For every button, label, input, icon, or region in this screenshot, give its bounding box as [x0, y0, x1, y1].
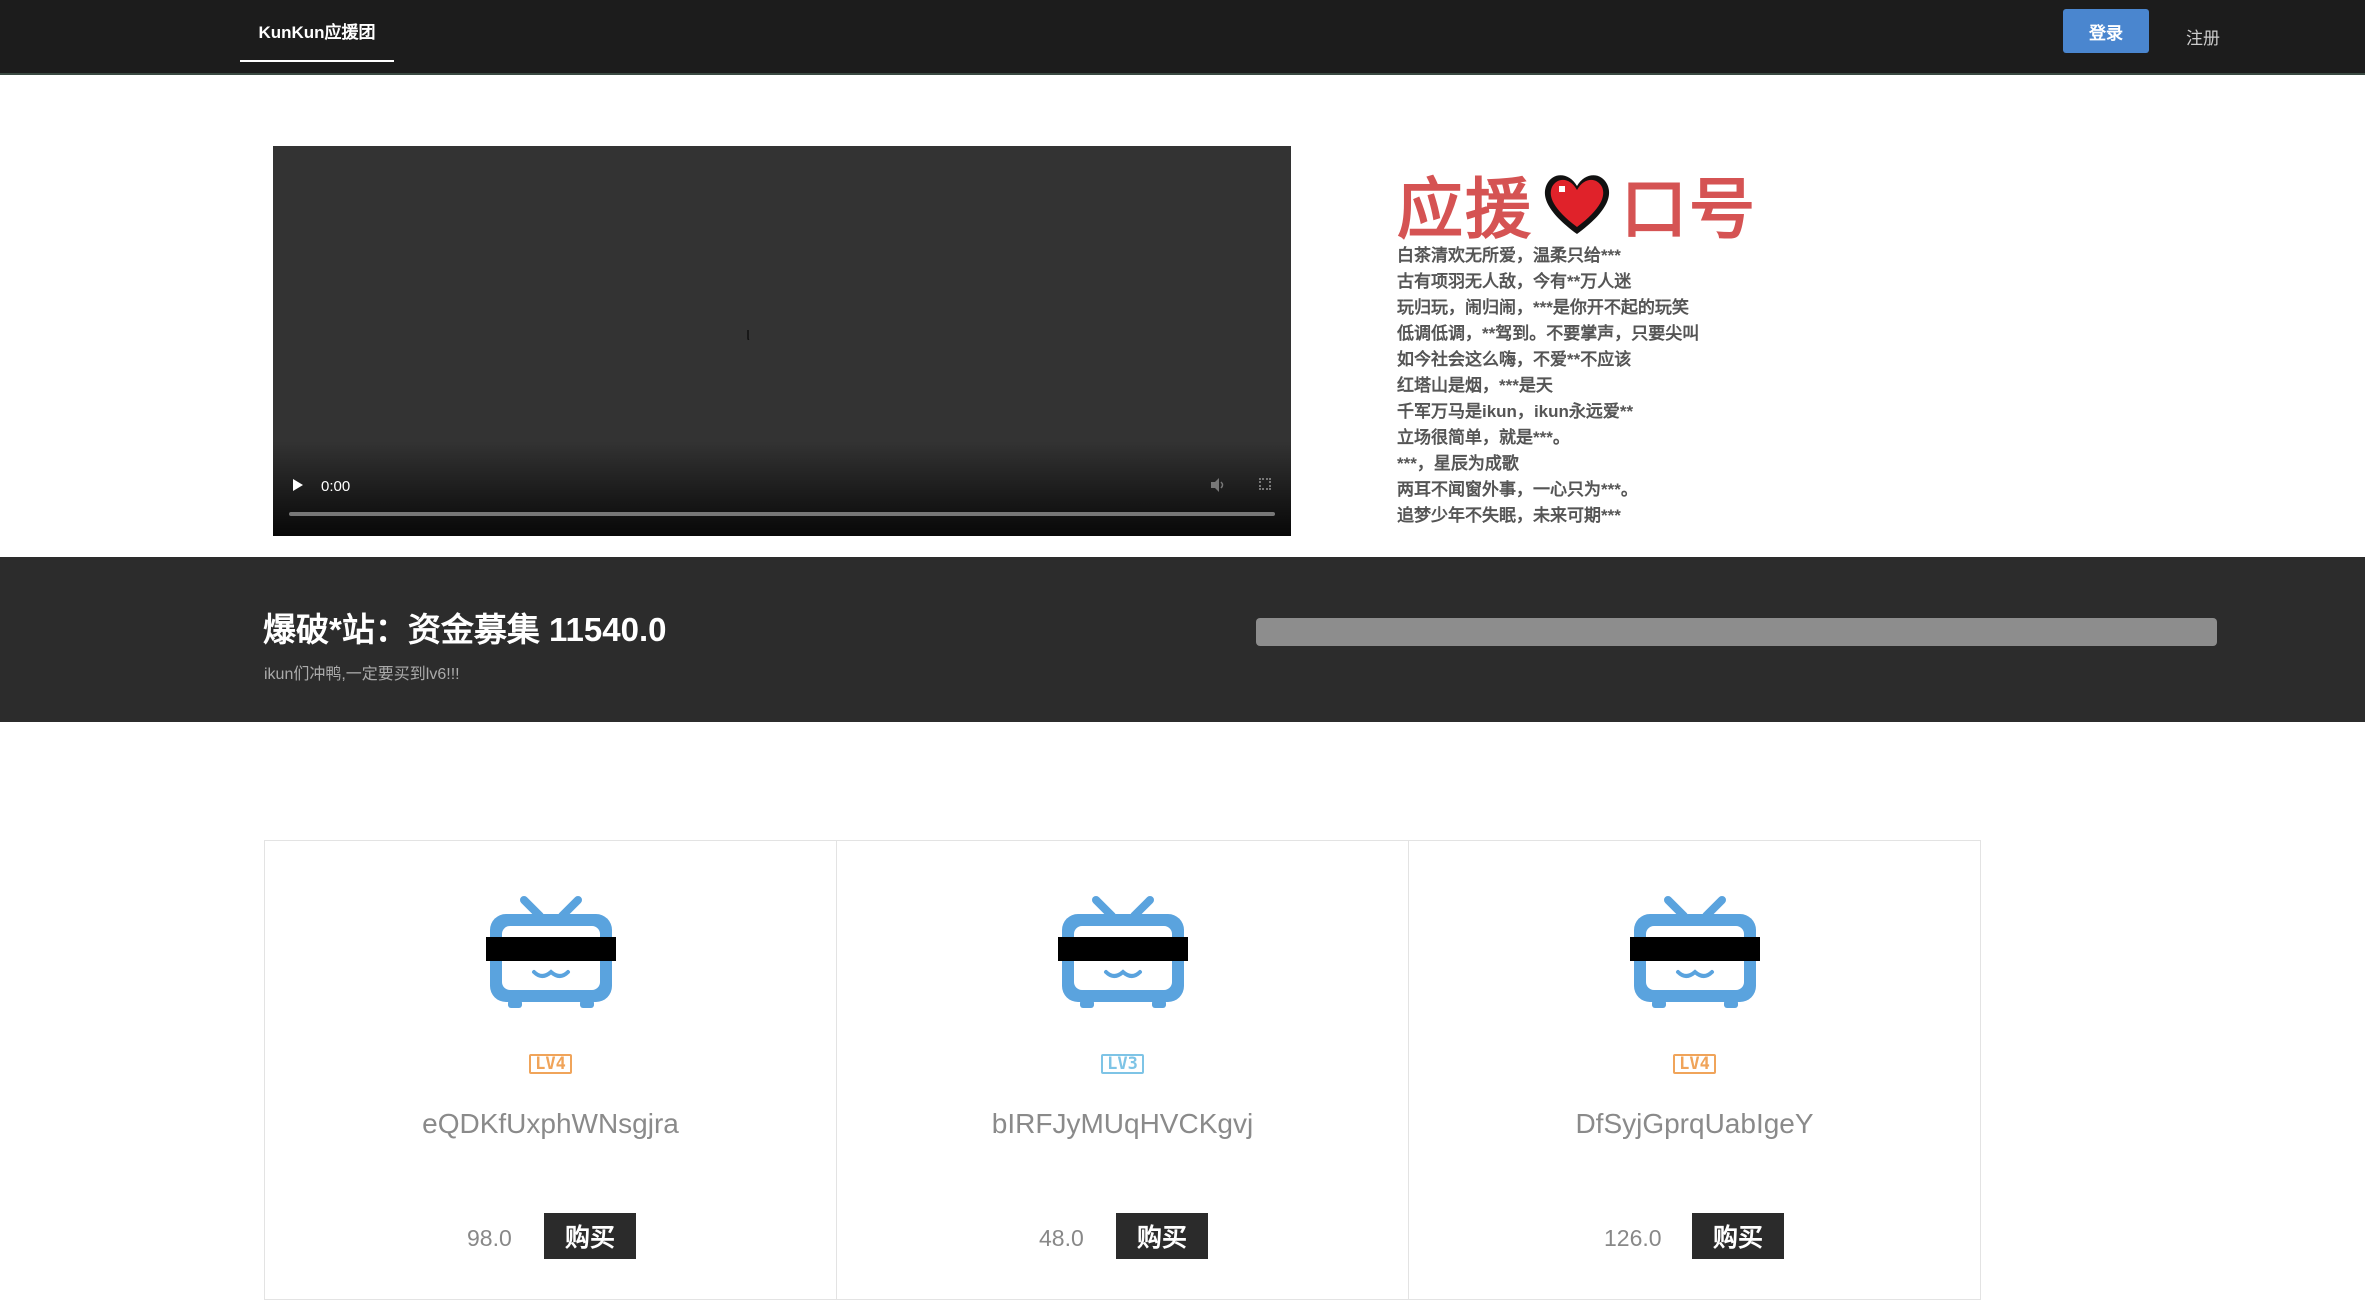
volume-icon[interactable] [1209, 476, 1227, 494]
login-button[interactable]: 登录 [2063, 9, 2149, 53]
level-badge: LV3 [837, 1054, 1408, 1074]
bilibili-tv-icon [486, 896, 616, 1008]
slogan-line: 白茶清欢无所爱，温柔只给*** [1397, 246, 1621, 265]
product-price: 126.0 [1604, 1225, 1662, 1251]
level-badge-label: LV4 [529, 1054, 572, 1074]
product-price: 48.0 [1039, 1225, 1084, 1251]
product-name: DfSyjGprqUabIgeY [1575, 1108, 1814, 1139]
play-icon[interactable] [293, 479, 303, 491]
level-badge: LV4 [1409, 1054, 1980, 1074]
slogan-line: 两耳不闻窗外事，一心只为***。 [1397, 480, 1638, 499]
buy-button[interactable]: 购买 [1692, 1213, 1784, 1259]
video-player[interactable]: ι 0:00 [273, 146, 1291, 536]
slogan-title-left: 应援 [1397, 172, 1533, 246]
slogan-line: 追梦少年不失眠，未来可期*** [1397, 506, 1621, 525]
product-name: eQDKfUxphWNsgjra [422, 1108, 679, 1139]
slogan-line: ***，星辰为成歌 [1397, 454, 1519, 473]
video-progress-bar[interactable] [289, 512, 1275, 516]
slogan-line: 立场很简单，就是***。 [1397, 428, 1570, 447]
level-badge: LV4 [265, 1054, 836, 1074]
product-card: LV3 bIRFJyMUqHVCKgvj 48.0 购买 [836, 840, 1409, 1300]
fundraising-subtitle: ikun们冲鸭,一定要买到lv6!!! [264, 666, 460, 683]
slogan-list: 白茶清欢无所爱，温柔只给*** 古有项羽无人敌，今有**万人迷 玩归玩，闹归闹，… [1397, 243, 1699, 529]
slogan-line: 古有项羽无人敌，今有**万人迷 [1397, 272, 1632, 291]
fundraising-title: 爆破*站：资金募集 11540.0 [263, 611, 667, 648]
video-time: 0:00 [321, 478, 351, 495]
product-price: 98.0 [467, 1225, 512, 1251]
fundraising-section: 爆破*站：资金募集 11540.0 ikun们冲鸭,一定要买到lv6!!! [0, 557, 2365, 722]
product-card: LV4 eQDKfUxphWNsgjra 98.0 购买 [264, 840, 837, 1300]
register-link[interactable]: 注册 [2186, 24, 2220, 49]
fundraising-progress-bar [1256, 618, 2217, 646]
slogan-line: 红塔山是烟，***是天 [1397, 376, 1553, 395]
buy-button[interactable]: 购买 [1116, 1213, 1208, 1259]
fullscreen-icon[interactable] [1259, 478, 1271, 490]
product-card: LV4 DfSyjGprqUabIgeY 126.0 购买 [1408, 840, 1981, 1300]
slogan-line: 千军万马是ikun，ikun永远爱** [1397, 402, 1634, 421]
heart-icon [1544, 175, 1610, 234]
level-badge-label: LV3 [1101, 1054, 1144, 1074]
slogan-title-right: 口号 [1621, 172, 1757, 246]
slogan-heading: 应援 口号 [1397, 156, 1757, 252]
buy-button[interactable]: 购买 [544, 1213, 636, 1259]
product-name: bIRFJyMUqHVCKgvj [991, 1108, 1254, 1139]
level-badge-label: LV4 [1673, 1054, 1716, 1074]
slogan-line: 如今社会这么嗨，不爱**不应该 [1397, 350, 1632, 369]
brand-link[interactable]: KunKun应援团 [240, 0, 394, 62]
video-controls-overlay [273, 441, 1291, 536]
slogan-line: 低调低调，**驾到。不要掌声，只要尖叫 [1397, 324, 1700, 343]
bilibili-tv-icon [1058, 896, 1188, 1008]
bilibili-tv-icon [1630, 896, 1760, 1008]
top-navbar: KunKun应援团 登录 注册 [0, 0, 2365, 75]
mouse-cursor-icon: ι [746, 324, 750, 344]
product-card-list: LV4 eQDKfUxphWNsgjra 98.0 购买 LV3 bIRFJyM… [264, 840, 1981, 1300]
slogan-line: 玩归玩，闹归闹，***是你开不起的玩笑 [1397, 298, 1689, 317]
